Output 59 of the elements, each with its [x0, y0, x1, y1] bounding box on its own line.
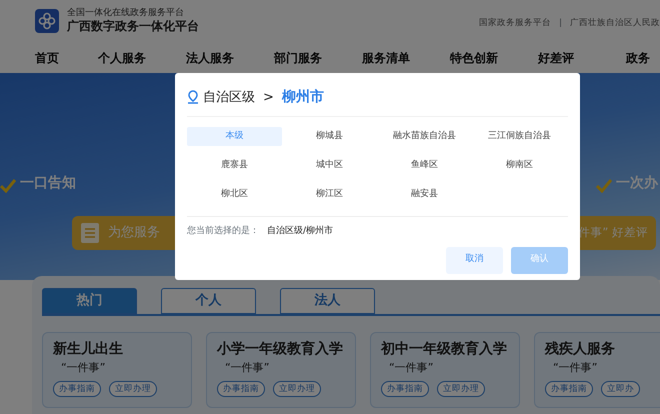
- breadcrumb-separator: >: [263, 88, 274, 107]
- card-subtitle: “一件事”: [388, 360, 434, 376]
- breadcrumb-link[interactable]: 自治区级: [203, 88, 255, 108]
- service-card[interactable]: 初中一年级教育入学 “一件事” 办事指南 立即办理: [370, 332, 520, 408]
- nav-link[interactable]: 政务: [626, 49, 660, 67]
- region-option[interactable]: 三江侗族自治县: [472, 127, 567, 146]
- check-icon: [0, 176, 16, 190]
- card-title: 小学一年级教育入学: [217, 340, 344, 359]
- card-title: 新生儿出生: [53, 340, 124, 359]
- card-title: 初中一年级教育入学: [381, 340, 508, 359]
- header-link[interactable]: 广西壮族自治区人民政: [570, 17, 660, 30]
- nav-link[interactable]: 部门服务: [274, 49, 362, 67]
- region-option[interactable]: 柳江区: [282, 185, 377, 204]
- separator: |: [559, 17, 562, 30]
- service-card[interactable]: 残疾人服务 “一件事” 办事指南 立即办: [534, 332, 660, 408]
- category-tab[interactable]: 热门: [42, 288, 137, 314]
- slogan-text: 一口告知: [20, 174, 77, 193]
- header-link[interactable]: 国家政务服务平台: [479, 17, 552, 30]
- nav-link[interactable]: 服务清单: [362, 49, 450, 67]
- pill-button[interactable]: 办事指南: [53, 380, 101, 398]
- selection-label: 您当前选择的是：: [187, 225, 259, 238]
- selection-value: 自治区级/柳州市: [267, 225, 334, 238]
- platform-subtitle: 全国一体化在线政务服务平台: [67, 8, 185, 20]
- pill-button[interactable]: 立即办理: [273, 380, 321, 398]
- pill-button[interactable]: 办事指南: [545, 380, 593, 398]
- slogan-text: 一次办: [616, 174, 660, 193]
- region-option[interactable]: 柳城县: [282, 127, 377, 146]
- check-icon: [596, 176, 612, 190]
- region-option[interactable]: 融水苗族自治县: [377, 127, 472, 146]
- book-icon: [80, 222, 100, 244]
- region-option[interactable]: 本级: [187, 127, 282, 146]
- pill-button[interactable]: 立即办理: [109, 380, 157, 398]
- region-option[interactable]: 鹿寨县: [187, 156, 282, 175]
- card-subtitle: “一件事”: [552, 360, 598, 376]
- card-title: 残疾人服务: [545, 340, 616, 359]
- pill-button[interactable]: 办事指南: [217, 380, 265, 398]
- category-tab[interactable]: 法人: [280, 288, 375, 314]
- platform-title: 广西数字政务一体化平台: [67, 19, 199, 35]
- card-subtitle: “一件事”: [224, 360, 270, 376]
- category-tab[interactable]: 个人: [161, 288, 256, 314]
- service-card[interactable]: 小学一年级教育入学 “一件事” 办事指南 立即办理: [206, 332, 356, 408]
- region-option[interactable]: 柳北区: [187, 185, 282, 204]
- breadcrumb-current: 柳州市: [282, 88, 324, 107]
- region-option[interactable]: 融安县: [377, 185, 472, 204]
- pill-button[interactable]: 立即办: [601, 380, 640, 398]
- nav-link[interactable]: 特色创新: [450, 49, 538, 67]
- nav-link[interactable]: 好差评: [538, 49, 626, 67]
- nav-link[interactable]: 法人服务: [186, 49, 274, 67]
- region-option[interactable]: 鱼峰区: [377, 156, 472, 175]
- logo-icon: [35, 9, 59, 34]
- region-option[interactable]: 柳南区: [472, 156, 567, 175]
- nav-link[interactable]: 首页: [35, 49, 98, 67]
- region-option[interactable]: 城中区: [282, 156, 377, 175]
- cancel-button[interactable]: 取消: [446, 246, 503, 274]
- nav-link[interactable]: 个人服务: [98, 49, 186, 67]
- card-subtitle: “一件事”: [60, 360, 106, 376]
- pill-button[interactable]: 立即办理: [437, 380, 485, 398]
- service-card[interactable]: 新生儿出生 “一件事” 办事指南 立即办理: [42, 332, 192, 408]
- pill-button[interactable]: 办事指南: [381, 380, 429, 398]
